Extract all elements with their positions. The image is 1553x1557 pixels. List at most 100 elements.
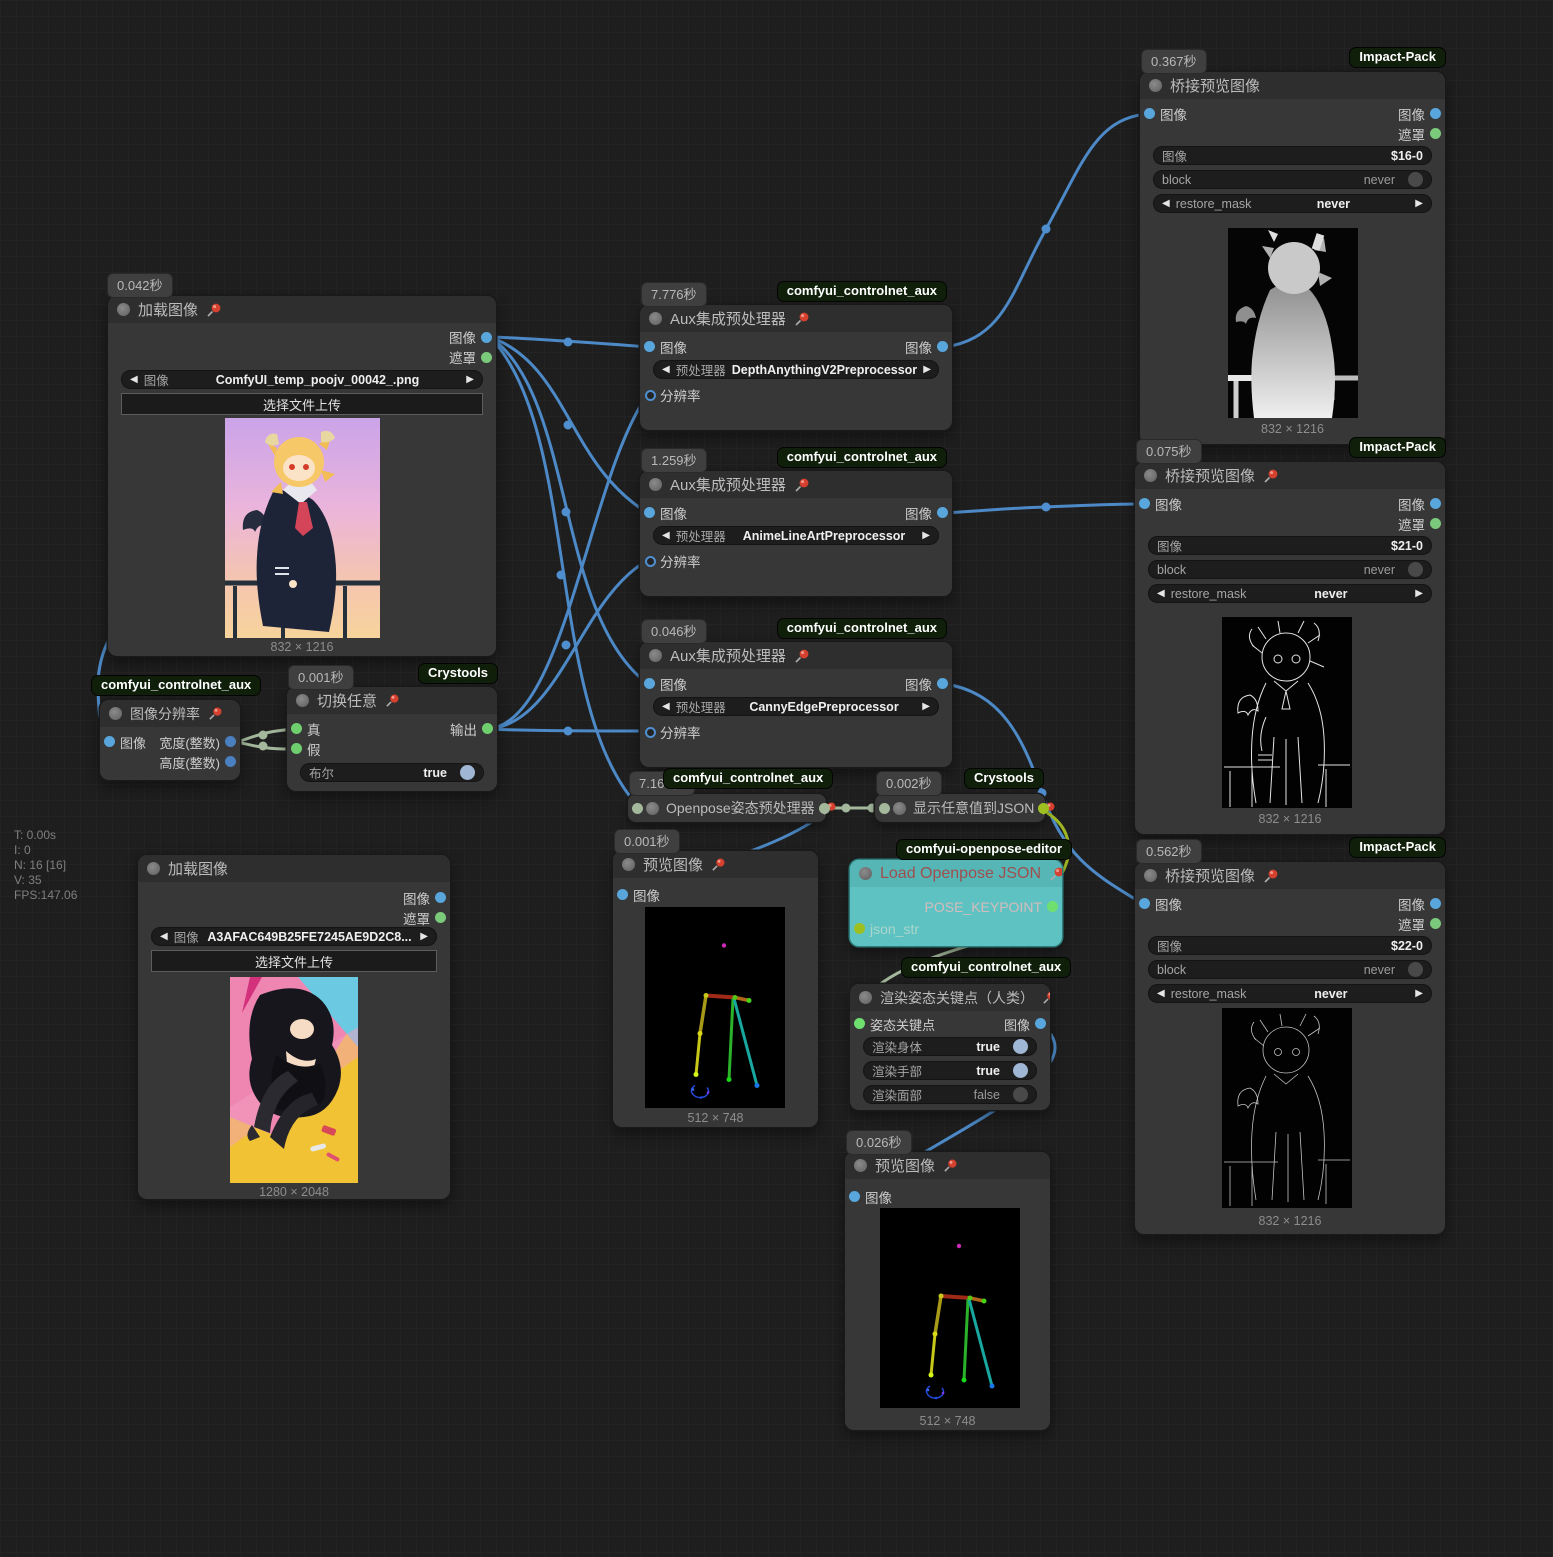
- collapse-icon[interactable]: [109, 707, 122, 720]
- preprocessor-combo[interactable]: ◀ 预处理器 AnimeLineArtPreprocessor ▶: [653, 526, 939, 545]
- collapse-icon[interactable]: [117, 303, 130, 316]
- input-image-slot[interactable]: [1139, 898, 1150, 909]
- node-title-bar[interactable]: 渲染姿态关键点（人类）: [850, 984, 1050, 1011]
- collapsed-input-slot[interactable]: [879, 803, 890, 814]
- combo-next-icon[interactable]: ▶: [923, 364, 931, 375]
- output-image-slot[interactable]: [1430, 498, 1441, 509]
- input-resolution-slot[interactable]: [645, 390, 656, 401]
- image-ref-widget[interactable]: 图像 $21-0: [1148, 536, 1432, 555]
- node-title-bar[interactable]: 桥接预览图像: [1140, 72, 1445, 99]
- node-title-bar[interactable]: Aux集成预处理器: [640, 305, 952, 332]
- preprocessor-combo[interactable]: ◀ 预处理器 CannyEdgePreprocessor ▶: [653, 697, 939, 716]
- combo-next-icon[interactable]: ▶: [420, 931, 428, 942]
- preprocessor-combo[interactable]: ◀ 预处理器 DepthAnythingV2Preprocessor ▶: [653, 360, 939, 379]
- input-image-slot[interactable]: [644, 678, 655, 689]
- output-mask-slot[interactable]: [1430, 128, 1441, 139]
- node-title-bar[interactable]: 加载图像: [108, 296, 496, 323]
- collapse-icon[interactable]: [1144, 869, 1157, 882]
- input-false-slot[interactable]: [291, 743, 302, 754]
- node-render-pose-keypoints[interactable]: comfyui_controlnet_aux 渲染姿态关键点（人类） 姿态关键点…: [850, 984, 1050, 1110]
- output-image-slot[interactable]: [435, 892, 446, 903]
- image-file-combo[interactable]: ◀ 图像 ComfyUI_temp_poojv_00042_.png ▶: [121, 370, 483, 389]
- collapse-icon[interactable]: [649, 478, 662, 491]
- input-image-slot[interactable]: [1144, 108, 1155, 119]
- output-mask-slot[interactable]: [1430, 518, 1441, 529]
- combo-next-icon[interactable]: ▶: [1415, 588, 1423, 599]
- node-aux-preprocessor-depth[interactable]: 7.776秒 comfyui_controlnet_aux Aux集成预处理器 …: [640, 305, 952, 430]
- node-graph-canvas[interactable]: T: 0.00s I: 0 N: 16 [16] V: 35 FPS:147.0…: [0, 0, 1553, 1557]
- render-body-toggle[interactable]: 渲染身体 true: [863, 1037, 1037, 1056]
- collapsed-output-slot[interactable]: [819, 803, 830, 814]
- node-preview-image-pose2[interactable]: 0.026秒 预览图像 图像 512 × 748: [845, 1152, 1050, 1430]
- node-title-bar[interactable]: Aux集成预处理器: [640, 642, 952, 669]
- input-image-slot[interactable]: [849, 1191, 860, 1202]
- input-image-slot[interactable]: [644, 507, 655, 518]
- boolean-toggle-widget[interactable]: 布尔 true: [300, 763, 484, 782]
- input-image-slot[interactable]: [644, 341, 655, 352]
- output-image-slot[interactable]: [1430, 108, 1441, 119]
- input-image-slot[interactable]: [1139, 498, 1150, 509]
- input-resolution-slot[interactable]: [645, 556, 656, 567]
- combo-next-icon[interactable]: ▶: [1415, 988, 1423, 999]
- toggle-off-icon[interactable]: [1408, 562, 1423, 577]
- output-width-slot[interactable]: [225, 736, 236, 747]
- toggle-on-icon[interactable]: [1013, 1039, 1028, 1054]
- combo-prev-icon[interactable]: ◀: [1162, 198, 1170, 209]
- combo-prev-icon[interactable]: ◀: [662, 530, 670, 541]
- input-resolution-slot[interactable]: [645, 727, 656, 738]
- input-json-str-slot[interactable]: [854, 923, 865, 934]
- collapse-icon[interactable]: [1149, 79, 1162, 92]
- node-preview-image-pose1[interactable]: 0.001秒 预览图像 图像 512 × 748: [613, 851, 818, 1127]
- combo-prev-icon[interactable]: ◀: [662, 364, 670, 375]
- node-load-image-bottom[interactable]: 加载图像 图像 遮罩 ◀ 图像 A3AFAC649B25FE7245AE9D2C…: [138, 855, 450, 1199]
- collapse-icon[interactable]: [854, 1159, 867, 1172]
- collapse-icon[interactable]: [646, 802, 659, 815]
- node-preview-bridge-canny[interactable]: 0.562秒 Impact-Pack 桥接预览图像 图像 图像 遮罩 图像 $2…: [1135, 862, 1445, 1234]
- combo-prev-icon[interactable]: ◀: [1157, 988, 1165, 999]
- node-aux-preprocessor-canny[interactable]: 0.046秒 comfyui_controlnet_aux Aux集成预处理器 …: [640, 642, 952, 767]
- output-pose-keypoint-slot[interactable]: [1047, 901, 1058, 912]
- node-openpose-preprocessor[interactable]: 7.165秒 comfyui_controlnet_aux Openpose姿态…: [628, 794, 826, 822]
- restore-mask-combo[interactable]: ◀ restore_mask never ▶: [1148, 984, 1432, 1003]
- node-title-bar[interactable]: Load Openpose JSON: [850, 860, 1062, 887]
- toggle-on-icon[interactable]: [1013, 1063, 1028, 1078]
- output-image-slot[interactable]: [937, 678, 948, 689]
- input-pose-keypoint-slot[interactable]: [854, 1018, 865, 1029]
- node-load-openpose-json[interactable]: comfyui-openpose-editor Load Openpose JS…: [850, 860, 1062, 946]
- node-show-any-to-json[interactable]: 0.002秒 Crystools 显示任意值到JSON: [875, 794, 1045, 822]
- collapsed-input-slot[interactable]: [632, 803, 643, 814]
- output-image-slot[interactable]: [937, 341, 948, 352]
- combo-prev-icon[interactable]: ◀: [160, 931, 168, 942]
- collapse-icon[interactable]: [296, 694, 309, 707]
- output-image-slot[interactable]: [1035, 1018, 1046, 1029]
- combo-prev-icon[interactable]: ◀: [1157, 588, 1165, 599]
- input-image-slot[interactable]: [617, 889, 628, 900]
- toggle-off-icon[interactable]: [1013, 1087, 1028, 1102]
- output-image-slot[interactable]: [481, 332, 492, 343]
- output-image-slot[interactable]: [937, 507, 948, 518]
- input-true-slot[interactable]: [291, 723, 302, 734]
- image-ref-widget[interactable]: 图像 $22-0: [1148, 936, 1432, 955]
- input-image-slot[interactable]: [104, 736, 115, 747]
- upload-file-button[interactable]: 选择文件上传: [121, 393, 483, 415]
- collapse-icon[interactable]: [649, 312, 662, 325]
- restore-mask-combo[interactable]: ◀ restore_mask never ▶: [1153, 194, 1432, 213]
- node-title-bar[interactable]: 预览图像: [613, 851, 818, 878]
- upload-file-button[interactable]: 选择文件上传: [151, 950, 437, 972]
- image-file-combo[interactable]: ◀ 图像 A3AFAC649B25FE7245AE9D2C8... ▶: [151, 927, 437, 946]
- output-height-slot[interactable]: [225, 756, 236, 767]
- combo-prev-icon[interactable]: ◀: [130, 374, 138, 385]
- render-face-toggle[interactable]: 渲染面部 false: [863, 1085, 1037, 1104]
- node-preview-bridge-lineart[interactable]: 0.075秒 Impact-Pack 桥接预览图像 图像 图像 遮罩 图像 $2…: [1135, 462, 1445, 834]
- output-mask-slot[interactable]: [435, 912, 446, 923]
- collapse-icon[interactable]: [649, 649, 662, 662]
- collapse-icon[interactable]: [147, 862, 160, 875]
- block-toggle-widget[interactable]: block never: [1148, 560, 1432, 579]
- node-title-bar[interactable]: 切换任意: [287, 687, 497, 714]
- toggle-off-icon[interactable]: [1408, 172, 1423, 187]
- node-switch-any[interactable]: 0.001秒 Crystools 切换任意 真 假 输出 布尔 true: [287, 687, 497, 791]
- node-title-bar[interactable]: 图像分辨率: [100, 700, 240, 727]
- output-slot[interactable]: [482, 723, 493, 734]
- output-image-slot[interactable]: [1430, 898, 1441, 909]
- node-preview-bridge-depth[interactable]: 0.367秒 Impact-Pack 桥接预览图像 图像 图像 遮罩 图像 $1…: [1140, 72, 1445, 444]
